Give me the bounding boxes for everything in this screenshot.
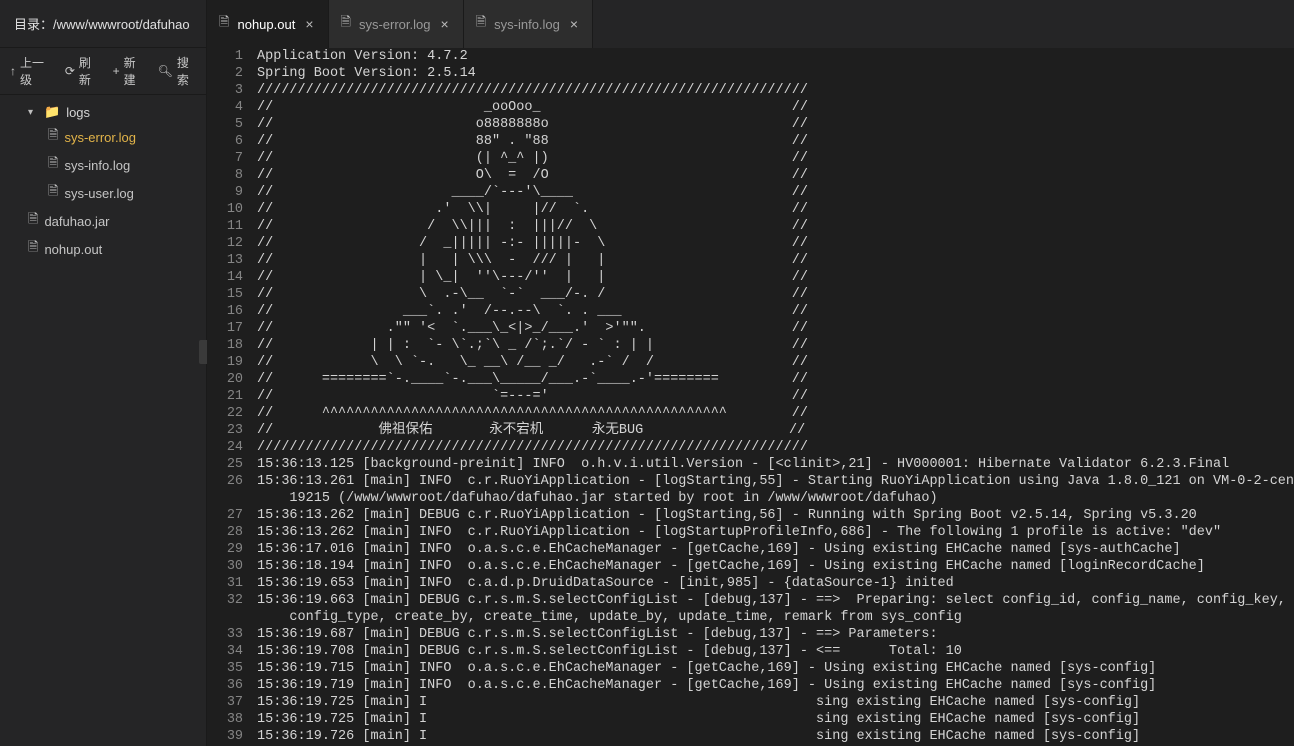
file-icon: 🗎 <box>341 13 351 35</box>
tab-sys-info[interactable]: 🗎 sys-info.log × <box>464 0 593 48</box>
close-icon[interactable]: × <box>568 16 580 32</box>
file-icon: 🗎 <box>476 13 486 35</box>
search-icon: 🔍︎ <box>158 64 173 78</box>
tab-label: sys-info.log <box>494 17 560 32</box>
path-label: 目录：/www/wwwroot/dafuhao <box>14 14 190 33</box>
file-icon: 🗎 <box>48 182 58 204</box>
file-icon: 🗎 <box>48 154 58 176</box>
file-icon: 🗎 <box>28 238 38 260</box>
tree-label: dafuhao.jar <box>44 214 109 229</box>
code-editor[interactable]: 1234567891011121314151617181920212223242… <box>207 48 1294 746</box>
new-button[interactable]: + 新建 <box>113 54 144 88</box>
tree-file-sys-user[interactable]: 🗎 sys-user.log <box>0 179 206 207</box>
tree-label: sys-info.log <box>64 158 130 173</box>
arrow-up-icon: ↑ <box>10 64 16 78</box>
sidebar-path: 目录：/www/wwwroot/dafuhao <box>0 0 206 48</box>
main: 〈 🗎 nohup.out × 🗎 sys-error.log × 🗎 sys-… <box>207 0 1294 746</box>
tab-label: sys-error.log <box>359 17 431 32</box>
tree-label: sys-error.log <box>64 130 136 145</box>
up-button[interactable]: ↑ 上一级 <box>10 54 51 88</box>
close-icon[interactable]: × <box>439 16 451 32</box>
tree-label: logs <box>66 105 90 120</box>
tree-file-sys-info[interactable]: 🗎 sys-info.log <box>0 151 206 179</box>
refresh-button[interactable]: ⟳ 刷新 <box>65 54 99 88</box>
tree-folder-logs[interactable]: ▾ 📁 logs <box>0 101 206 123</box>
file-tree: ▾ 📁 logs 🗎 sys-error.log 🗎 sys-info.log … <box>0 95 206 746</box>
search-button[interactable]: 🔍︎ 搜索 <box>158 54 196 88</box>
tab-label: nohup.out <box>237 17 295 32</box>
folder-icon: 📁 <box>44 104 60 120</box>
tree-label: nohup.out <box>44 242 102 257</box>
plus-icon: + <box>113 64 120 78</box>
tree-label: sys-user.log <box>64 186 133 201</box>
tree-file-nohup-out[interactable]: 🗎 nohup.out <box>0 235 206 263</box>
refresh-icon: ⟳ <box>65 64 75 78</box>
tree-file-dafuhao-jar[interactable]: 🗎 dafuhao.jar <box>0 207 206 235</box>
close-icon[interactable]: × <box>303 16 315 32</box>
chevron-down-icon: ▾ <box>28 107 38 118</box>
editor-tabs: 🗎 nohup.out × 🗎 sys-error.log × 🗎 sys-in… <box>207 0 1294 48</box>
line-gutter: 1234567891011121314151617181920212223242… <box>207 48 257 746</box>
tree-file-sys-error[interactable]: 🗎 sys-error.log <box>0 123 206 151</box>
sidebar-toolbar: ↑ 上一级 ⟳ 刷新 + 新建 🔍︎ 搜索 <box>0 48 206 95</box>
code-content: Application Version: 4.7.2Spring Boot Ve… <box>257 48 1294 746</box>
sidebar: 目录：/www/wwwroot/dafuhao ↑ 上一级 ⟳ 刷新 + 新建 … <box>0 0 207 746</box>
tab-nohup-out[interactable]: 🗎 nohup.out × <box>207 0 328 48</box>
file-icon: 🗎 <box>48 126 58 148</box>
file-icon: 🗎 <box>28 210 38 232</box>
file-icon: 🗎 <box>219 13 229 35</box>
tab-sys-error[interactable]: 🗎 sys-error.log × <box>329 0 464 48</box>
